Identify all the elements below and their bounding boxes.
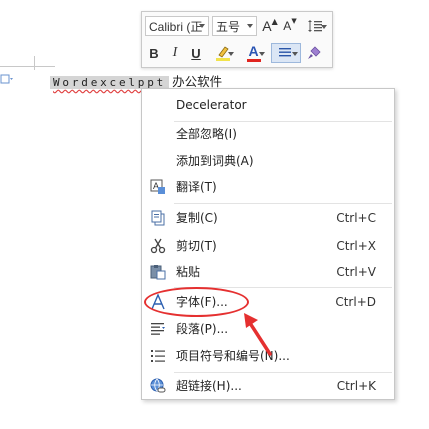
grow-font-icon: A [262,18,272,34]
paste-icon [150,264,166,280]
menu-item-shortcut: Ctrl+D [335,295,376,309]
menu-separator [174,372,392,373]
align-button[interactable] [271,43,301,63]
paragraph-handle-icon[interactable] [0,72,14,86]
align-justify-icon [279,48,291,57]
font-family-select[interactable]: Calibri (正 [145,16,209,36]
menu-item-add-to-dictionary[interactable]: 添加到词典(A) [142,149,394,173]
chevron-down-icon [199,24,205,28]
format-painter-button[interactable] [304,43,324,63]
chevron-down-icon [292,52,298,56]
line-spacing-button[interactable] [302,16,328,36]
copy-icon [150,210,166,226]
font-size-value: 五号 [216,19,241,34]
bullet-list-icon [150,348,166,364]
font-family-value: Calibri (正 [149,19,203,34]
scissors-icon [150,238,166,254]
menu-item-copy[interactable]: 复制(C) Ctrl+C [142,206,394,230]
chevron-down-icon [259,52,265,56]
menu-item-label: 全部忽略(I) [176,127,237,141]
shrink-font-icon: A [283,19,292,33]
menu-item-label: 段落(P)... [176,322,229,336]
document-margin-corner [34,56,35,70]
menu-item-translate[interactable]: A 翻译(T) [142,175,394,199]
menu-item-suggestion[interactable]: Decelerator [142,93,394,117]
line-spacing-icon [308,20,322,32]
menu-item-label: 粘贴 [176,265,201,279]
underline-button[interactable]: U [187,43,205,63]
font-color-button[interactable]: A [240,43,267,63]
menu-item-cut[interactable]: 剪切(T) Ctrl+X [142,234,394,258]
menu-item-shortcut: Ctrl+K [336,379,376,393]
hyperlink-globe-icon [150,378,166,394]
bold-button[interactable]: B [145,43,163,63]
menu-item-label: 复制(C) [176,211,218,225]
chevron-down-icon [321,25,327,29]
menu-item-label: 翻译(T) [176,180,217,194]
menu-item-label: Decelerator [176,98,247,112]
chevron-down-icon [228,52,234,56]
up-arrow-icon: ▲ [271,16,278,26]
font-color-bar [246,59,261,62]
menu-item-label: 剪切(T) [176,239,217,253]
menu-item-paste[interactable]: 粘贴 Ctrl+V [142,260,394,284]
down-arrow-icon: ▼ [291,17,297,25]
chevron-down-icon [247,24,253,28]
font-size-select[interactable]: 五号 [212,16,257,36]
italic-button[interactable]: I [166,43,184,63]
menu-item-hyperlink[interactable]: 超链接(H)... Ctrl+K [142,374,394,398]
menu-item-label: 添加到词典(A) [176,154,254,168]
menu-item-shortcut: Ctrl+C [336,211,376,225]
annotation-circle [144,287,249,317]
menu-item-shortcut: Ctrl+V [336,265,376,279]
menu-item-shortcut: Ctrl+X [336,239,376,253]
translate-icon: A [150,179,166,195]
document-margin-line [0,66,55,67]
menu-item-ignore-all[interactable]: 全部忽略(I) [142,122,394,146]
paragraph-icon [150,321,166,337]
document-text[interactable]: 办公软件 [172,74,222,89]
mini-format-toolbar: Calibri (正 五号 A ▲ A ▼ B I U A [141,11,333,68]
menu-item-label: 超链接(H)... [176,379,242,393]
grow-font-button[interactable]: A ▲ [261,16,279,36]
annotation-arrow-icon [244,313,272,356]
menu-separator [174,203,392,204]
shrink-font-button[interactable]: A ▼ [281,16,299,36]
font-color-icon: A [248,43,259,59]
highlight-color-button[interactable] [209,43,236,63]
format-painter-icon [308,46,321,59]
